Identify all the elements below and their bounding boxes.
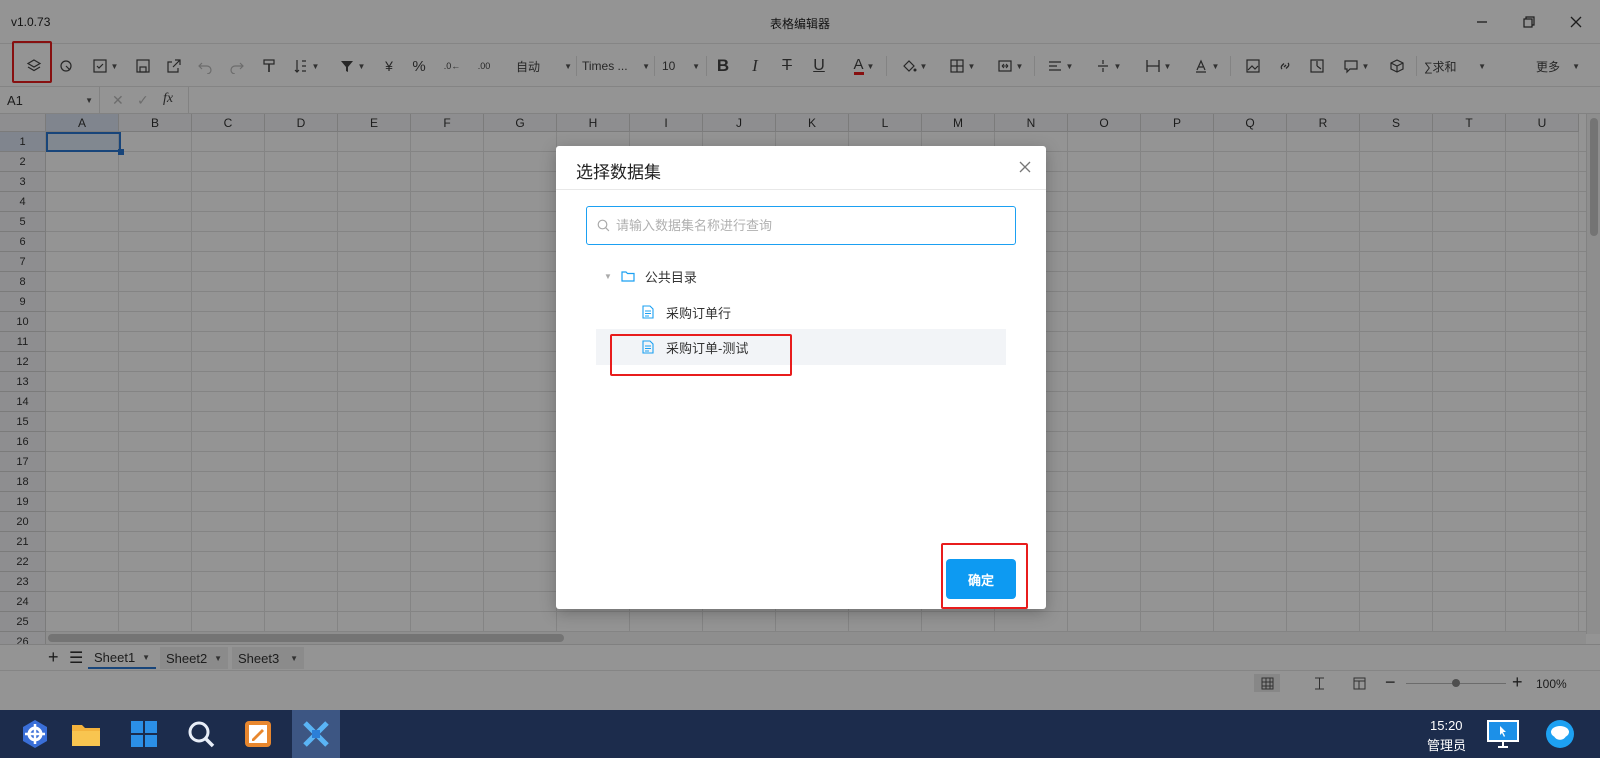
- os-taskbar: 15:20 管理员: [0, 710, 1600, 758]
- document-icon: [642, 305, 654, 319]
- start-icon: [23, 720, 47, 748]
- clock-time: 15:20: [1430, 718, 1463, 733]
- search-taskbar-button[interactable]: [181, 714, 221, 754]
- dialog-close-button[interactable]: [1014, 156, 1036, 178]
- search-icon: [188, 721, 215, 748]
- user-name: 管理员: [1427, 738, 1467, 753]
- dataset-search-box: [586, 206, 1016, 245]
- penguin-chat-icon: [1546, 720, 1574, 748]
- dialog-header: 选择数据集: [556, 146, 1046, 190]
- select-dataset-dialog: 选择数据集 ▼ 公共目录 采购订单行 采购订单-测试 确定: [556, 146, 1046, 609]
- editor-app-button[interactable]: [238, 714, 278, 754]
- caret-down-icon: ▼: [604, 271, 612, 281]
- dialog-title: 选择数据集: [576, 163, 661, 182]
- notepad-icon: [245, 721, 271, 747]
- dataset-item-label: 采购订单行: [666, 305, 732, 321]
- active-app-tile[interactable]: [292, 710, 340, 758]
- folder-icon: [621, 271, 635, 282]
- dataset-search-input[interactable]: [616, 218, 996, 233]
- search-icon: [597, 219, 610, 232]
- folder-label: 公共目录: [644, 269, 697, 285]
- start-menu-button[interactable]: [15, 714, 55, 754]
- folder-icon: [72, 725, 100, 746]
- tree-folder-public[interactable]: ▼ 公共目录: [604, 266, 697, 286]
- app-window: v1.0.73 表格编辑器 ▼ ▼ ▼ ¥ % .0← .00 自动 ▼ Tim…: [0, 0, 1600, 758]
- dataset-item-purchase-order-line[interactable]: 采购订单行: [596, 294, 1006, 330]
- close-icon: [1019, 161, 1031, 173]
- messenger-button[interactable]: [1540, 714, 1580, 754]
- remote-desktop-button[interactable]: [1483, 714, 1523, 754]
- file-manager-button[interactable]: [66, 714, 106, 754]
- spreadsheet-app-icon: [303, 721, 329, 747]
- monitor-icon: [1487, 720, 1519, 748]
- app-grid-button[interactable]: [124, 714, 164, 754]
- confirm-highlight-box: [941, 543, 1028, 609]
- windows-grid-icon: [131, 721, 157, 747]
- selected-item-highlight-box: [610, 334, 792, 376]
